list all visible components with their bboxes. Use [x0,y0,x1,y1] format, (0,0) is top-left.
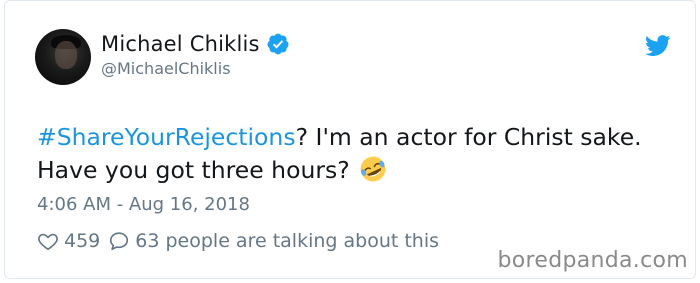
tweet-timestamp[interactable]: 4:06 AM - Aug 16, 2018 [37,194,250,215]
twitter-bird-icon[interactable] [645,35,671,57]
tweet-actions: 459 63 people are talking about this [37,230,439,252]
heart-icon[interactable] [37,230,59,252]
author-name[interactable]: Michael Chiklis [101,32,260,56]
avatar-face [55,41,77,69]
tweet-body-line1: ? I'm an actor for Christ sake. [295,123,642,151]
verified-badge-icon [267,33,289,55]
tweet-card: Michael Chiklis @MichaelChiklis #ShareYo… [4,0,696,279]
tweet-body-line2: Have you got three hours? [37,156,350,184]
tweet-text: #ShareYourRejections? I'm an actor for C… [37,121,677,187]
author-handle[interactable]: @MichaelChiklis [101,59,231,78]
avatar[interactable] [35,29,91,85]
replies-text[interactable]: 63 people are talking about this [135,230,439,252]
reply-bubble-icon[interactable] [108,230,130,252]
rolling-on-the-floor-laughing-emoji-icon [360,156,386,182]
like-count: 459 [64,230,101,252]
author-name-row: Michael Chiklis [101,32,290,56]
hashtag-link[interactable]: #ShareYourRejections [37,123,296,151]
watermark: boredpanda.com [497,248,688,273]
